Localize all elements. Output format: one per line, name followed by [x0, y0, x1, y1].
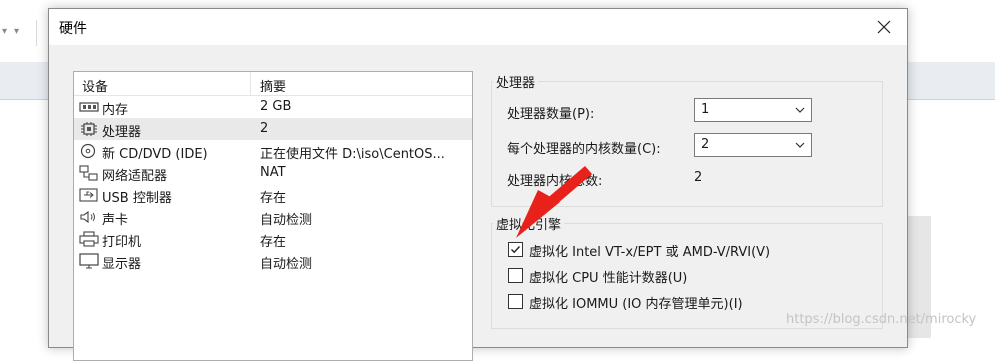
hardware-dialog: 硬件 设备 摘要 内存 2 GB 处理器 2 新 CD/DVD (IDE) 正在… [48, 8, 908, 361]
close-icon [877, 20, 891, 34]
device-summary: 自动检测 [260, 257, 313, 272]
device-summary: 存在 [260, 235, 287, 250]
device-row-printer[interactable]: 打印机 存在 [74, 228, 472, 250]
device-name: 内存 [102, 103, 129, 118]
device-summary: 2 GB [260, 99, 292, 114]
dialog-titlebar: 硬件 [49, 9, 907, 45]
virtualization-engine-label: 虚拟化引擎 [493, 214, 565, 233]
close-button[interactable] [861, 9, 907, 45]
device-row-sound-card[interactable]: 声卡 自动检测 [74, 206, 472, 228]
device-row-display[interactable]: 显示器 自动检测 [74, 250, 472, 272]
device-name: 网络适配器 [102, 169, 168, 184]
device-row-network-adapter[interactable]: 网络适配器 NAT [74, 162, 472, 184]
device-summary: NAT [260, 165, 286, 180]
processor-count-select[interactable]: 1 [694, 98, 812, 122]
device-name: USB 控制器 [102, 191, 172, 206]
toolbar-dropdown-arrow-icon: ▾ [14, 26, 20, 37]
cd-dvd-icon [80, 143, 96, 159]
device-list-header: 设备 摘要 [74, 72, 472, 96]
device-row-cd-dvd[interactable]: 新 CD/DVD (IDE) 正在使用文件 D:\iso\CentOS... [74, 140, 472, 162]
column-divider[interactable] [250, 72, 251, 96]
usb-icon [79, 188, 98, 202]
device-name: 处理器 [102, 125, 142, 140]
memory-icon [79, 102, 99, 112]
toolbar-separator [36, 20, 37, 46]
cores-per-processor-label: 每个处理器的内核数量(C): [507, 142, 661, 157]
device-summary: 存在 [260, 191, 287, 206]
processor-group-label: 处理器 [493, 72, 539, 91]
processor-count-label: 处理器数量(P): [507, 107, 595, 122]
device-summary: 正在使用文件 D:\iso\CentOS... [260, 147, 445, 162]
vtx-ept-label[interactable]: 虚拟化 Intel VT-x/EPT 或 AMD-V/RVI(V) [529, 241, 770, 260]
device-name: 显示器 [102, 257, 142, 272]
processor-count-value: 1 [701, 102, 710, 117]
cores-per-processor-value: 2 [701, 137, 710, 152]
chevron-down-icon [795, 142, 805, 148]
printer-icon [79, 231, 99, 247]
iommu-label[interactable]: 虚拟化 IOMMU (IO 内存管理单元)(I) [529, 293, 743, 312]
watermark-text: https://blog.csdn.net/mirocky [786, 312, 977, 327]
column-header-summary[interactable]: 摘要 [260, 76, 286, 95]
device-row-processor[interactable]: 处理器 2 [74, 118, 472, 140]
checkmark-icon [511, 246, 521, 254]
total-cores-label: 处理器内核总数: [507, 174, 603, 189]
column-header-device[interactable]: 设备 [82, 76, 108, 95]
vtx-ept-checkbox[interactable] [508, 242, 523, 257]
chevron-down-icon [795, 107, 805, 113]
network-adapter-icon [79, 165, 98, 181]
display-icon [79, 253, 99, 269]
sound-icon [80, 210, 95, 224]
device-name: 声卡 [102, 213, 129, 228]
device-summary: 2 [260, 121, 269, 136]
cpu-perf-counters-label[interactable]: 虚拟化 CPU 性能计数器(U) [529, 267, 687, 286]
device-name: 打印机 [102, 235, 142, 250]
device-row-usb[interactable]: USB 控制器 存在 [74, 184, 472, 206]
device-name: 新 CD/DVD (IDE) [102, 147, 208, 162]
total-cores-value: 2 [694, 170, 703, 185]
cores-per-processor-select[interactable]: 2 [694, 133, 812, 157]
dialog-title: 硬件 [59, 21, 87, 37]
processor-icon [81, 122, 97, 136]
device-list: 设备 摘要 内存 2 GB 处理器 2 新 CD/DVD (IDE) 正在使用文… [73, 71, 473, 361]
device-summary: 自动检测 [260, 213, 313, 228]
iommu-checkbox[interactable] [508, 294, 523, 309]
device-row-memory[interactable]: 内存 2 GB [74, 96, 472, 118]
toolbar-dropdown-arrow-icon: ▾ [2, 26, 8, 37]
cpu-perf-counters-checkbox[interactable] [508, 268, 523, 283]
